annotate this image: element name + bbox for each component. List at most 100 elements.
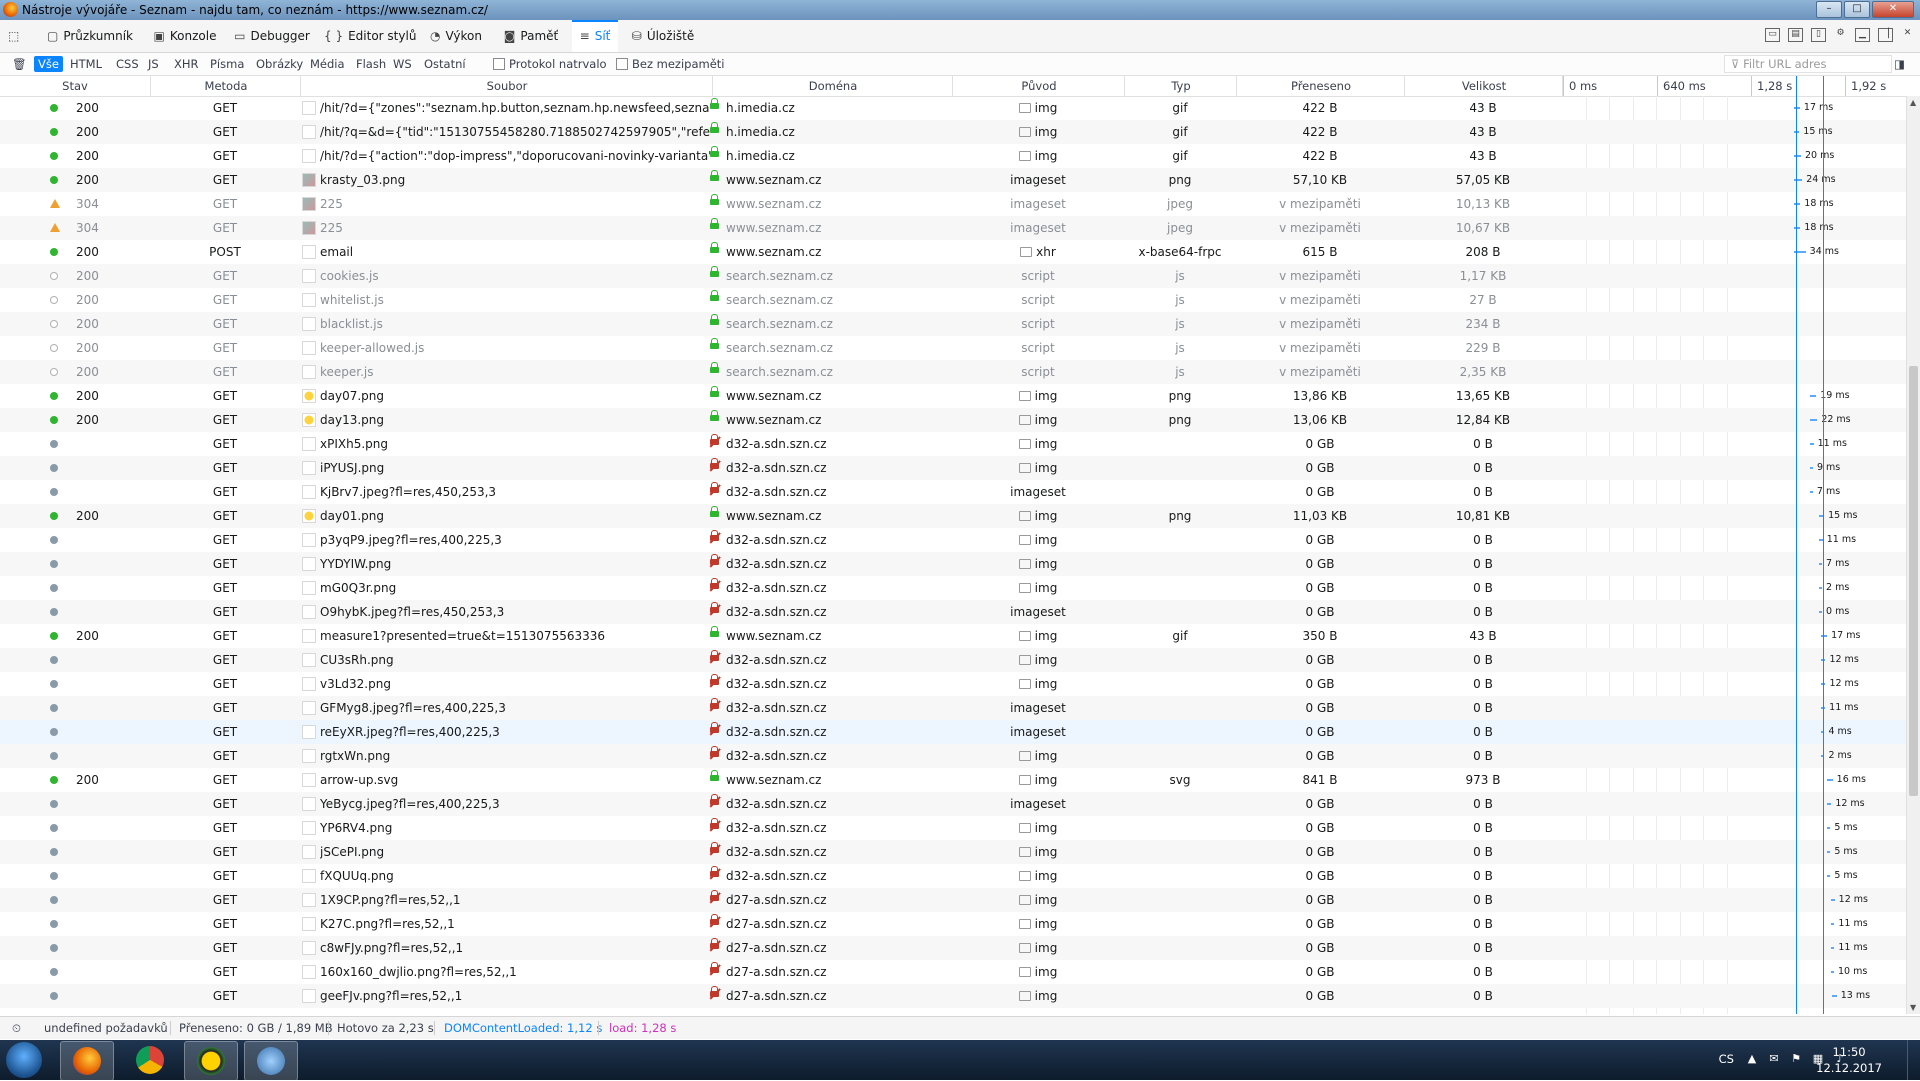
request-row[interactable]: 200 GET day07.png www.seznam.cz png 13,86 KB 1… xyxy=(0,384,1906,408)
language-indicator[interactable]: CS xyxy=(1719,1052,1734,1066)
cause-stack-icon[interactable] xyxy=(1018,151,1031,161)
column-status[interactable]: Stav xyxy=(0,76,150,96)
request-row[interactable]: 200 GET arrow-up.svg www.seznam.cz svg 841 B 9… xyxy=(0,768,1906,792)
disable-cache-checkbox[interactable]: Bez mezipaměti xyxy=(616,57,725,73)
request-row[interactable]: GET GFMyg8.jpeg?fl=res,400,225,3 d32-a.sdn… xyxy=(0,696,1906,720)
request-row[interactable]: GET v3Ld32.png d32-a.sdn.szn.cz 0 GB 0 B img 1… xyxy=(0,672,1906,696)
request-row[interactable]: GET c8wFJy.png?fl=res,52,,1 d27-a.sdn.szn.… xyxy=(0,936,1906,960)
url-filter-input[interactable]: ⊽ Filtr URL adres xyxy=(1724,55,1892,73)
request-row[interactable]: 200 POST email www.seznam.cz x-base64-frpc 61… xyxy=(0,240,1906,264)
cause-stack-icon[interactable] xyxy=(1018,583,1031,593)
tab-debugger[interactable]: ▭ Debugger xyxy=(230,20,314,52)
tab-storage[interactable]: ⛁ Úložiště xyxy=(628,20,698,52)
request-row[interactable]: 200 GET blacklist.js search.seznam.cz js v me… xyxy=(0,312,1906,336)
taskbar-firefox[interactable] xyxy=(60,1041,114,1081)
responsive-icon[interactable]: ▭ xyxy=(1765,28,1780,42)
request-row[interactable]: GET 1X9CP.png?fl=res,52,,1 d27-a.sdn.szn.c… xyxy=(0,888,1906,912)
column-domain[interactable]: Doména xyxy=(712,76,953,96)
tray-app-icon[interactable]: ✉ xyxy=(1768,1053,1780,1065)
request-row[interactable]: GET rgtxWn.png d32-a.sdn.szn.cz 0 GB 0 B img 2… xyxy=(0,744,1906,768)
maximize-button[interactable]: □ xyxy=(1844,1,1870,18)
request-row[interactable]: GET YYDYIW.png d32-a.sdn.szn.cz 0 GB 0 B img 7… xyxy=(0,552,1906,576)
filter-vše[interactable]: Vše xyxy=(34,56,63,72)
column-cause[interactable]: Původ xyxy=(952,76,1125,96)
clear-button[interactable]: 🗑 xyxy=(8,56,31,72)
column-type[interactable]: Typ xyxy=(1124,76,1237,96)
dock-bottom-icon[interactable]: ▁ xyxy=(1855,28,1870,42)
cause-stack-icon[interactable] xyxy=(1018,847,1031,857)
request-row[interactable]: 200 GET keeper-allowed.js search.seznam.cz j… xyxy=(0,336,1906,360)
taskbar-app-4[interactable] xyxy=(244,1041,298,1081)
cause-stack-icon[interactable] xyxy=(1018,871,1031,881)
column-file[interactable]: Soubor xyxy=(300,76,713,96)
column-transferred[interactable]: Přeneseno xyxy=(1236,76,1405,96)
filter-ostatní[interactable]: Ostatní xyxy=(420,56,470,72)
request-row[interactable]: GET p3yqP9.jpeg?fl=res,400,225,3 d32-a.sdn… xyxy=(0,528,1906,552)
filter-js[interactable]: JS xyxy=(144,56,163,72)
request-row[interactable]: GET KjBrv7.jpeg?fl=res,450,253,3 d32-a.sdn… xyxy=(0,480,1906,504)
filter-média[interactable]: Média xyxy=(306,56,349,72)
scroll-down-icon[interactable]: ▼ xyxy=(1910,1003,1916,1012)
request-row[interactable]: 200 GET whitelist.js search.seznam.cz js v me… xyxy=(0,288,1906,312)
tab-style-editor[interactable]: { } Editor stylů xyxy=(324,20,416,52)
request-list-scrollbar[interactable]: ▲ ▼ xyxy=(1906,96,1920,1014)
cause-stack-icon[interactable] xyxy=(1018,439,1031,449)
minimize-button[interactable]: – xyxy=(1816,1,1842,18)
tab-memory[interactable]: ◙ Paměť xyxy=(498,20,564,52)
settings-icon[interactable]: ⚙ xyxy=(1834,28,1847,40)
request-row[interactable]: GET mG0Q3r.png d32-a.sdn.szn.cz 0 GB 0 B img 2… xyxy=(0,576,1906,600)
action-center-icon[interactable]: ⚑ xyxy=(1790,1053,1802,1065)
start-button[interactable] xyxy=(6,1042,42,1078)
request-row[interactable]: 200 GET day01.png www.seznam.cz png 11,03 KB 1… xyxy=(0,504,1906,528)
close-devtools-icon[interactable]: ✕ xyxy=(1901,28,1914,40)
show-desktop-button[interactable] xyxy=(1907,1040,1920,1080)
cause-stack-icon[interactable] xyxy=(1018,463,1031,473)
cause-stack-icon[interactable] xyxy=(1018,895,1031,905)
taskbar-app-3[interactable] xyxy=(184,1041,238,1081)
close-button[interactable]: ✕ xyxy=(1872,1,1914,18)
request-row[interactable]: 200 GET cookies.js search.seznam.cz js v mezi… xyxy=(0,264,1906,288)
cause-stack-icon[interactable] xyxy=(1018,679,1031,689)
cause-stack-icon[interactable] xyxy=(1020,247,1033,257)
scratchpad-icon[interactable]: ▤ xyxy=(1788,28,1803,42)
clock[interactable]: 11:50 12.12.2017 xyxy=(1816,1044,1882,1076)
request-row[interactable]: 200 GET/hit/?q=&d={"tid":"15130755458280.… xyxy=(0,120,1906,144)
filter-flash[interactable]: Flash xyxy=(352,56,390,72)
cause-stack-icon[interactable] xyxy=(1018,103,1031,113)
taskbar-chrome[interactable] xyxy=(124,1041,176,1079)
persist-log-checkbox[interactable]: Protokol natrvalo xyxy=(493,57,607,73)
cause-stack-icon[interactable] xyxy=(1018,655,1031,665)
cause-stack-icon[interactable] xyxy=(1018,967,1031,977)
cause-stack-icon[interactable] xyxy=(1018,943,1031,953)
request-row[interactable]: 200 GET keeper.js search.seznam.cz js v mezip… xyxy=(0,360,1906,384)
request-row[interactable]: 304 GET 225 www.seznam.cz jpeg v mezipaměti 10… xyxy=(0,192,1906,216)
filter-ws[interactable]: WS xyxy=(389,56,416,72)
request-row[interactable]: 200 GET/hit/?d={"action":"dop-impress","d… xyxy=(0,144,1906,168)
request-row[interactable]: GET YeBycg.jpeg?fl=res,400,225,3 d32-a.sdn… xyxy=(0,792,1906,816)
filter-obrázky[interactable]: Obrázky xyxy=(252,56,307,72)
request-row[interactable]: 200 GET measure1?presented=true&t=15130755… xyxy=(0,624,1906,648)
tab-inspector[interactable]: ▢ Průzkumník xyxy=(44,20,136,52)
scroll-up-icon[interactable]: ▲ xyxy=(1910,98,1916,107)
cause-stack-icon[interactable] xyxy=(1018,775,1031,785)
request-row[interactable]: GET 160x160_dwjlio.png?fl=res,52,,1 d27-a.… xyxy=(0,960,1906,984)
tab-performance[interactable]: ◔ Výkon xyxy=(422,20,490,52)
request-row[interactable]: 200 GET krasty_03.png www.seznam.cz png 57,10… xyxy=(0,168,1906,192)
filter-html[interactable]: HTML xyxy=(66,56,106,72)
request-row[interactable]: 304 GET 225 www.seznam.cz jpeg v mezipaměti 10… xyxy=(0,216,1906,240)
request-row[interactable]: 200 GET day13.png www.seznam.cz png 13,06 KB 1… xyxy=(0,408,1906,432)
tray-expand-icon[interactable]: ▲ xyxy=(1746,1053,1758,1065)
request-row[interactable]: GET K27C.png?fl=res,52,,1 d27-a.sdn.szn.cz… xyxy=(0,912,1906,936)
filter-písma[interactable]: Písma xyxy=(206,56,248,72)
request-row[interactable]: GET reEyXR.jpeg?fl=res,400,225,3 d32-a.sdn… xyxy=(0,720,1906,744)
request-row[interactable]: 200 GET/hit/?d={"zones":"seznam.hp.button… xyxy=(0,96,1906,120)
cause-stack-icon[interactable] xyxy=(1018,631,1031,641)
tab-console[interactable]: ▣ Konzole xyxy=(146,20,224,52)
pick-element-button[interactable]: ⬚ xyxy=(8,20,24,52)
cause-stack-icon[interactable] xyxy=(1018,559,1031,569)
cause-stack-icon[interactable] xyxy=(1018,991,1031,1001)
performance-analysis-icon[interactable]: ⏲ xyxy=(12,1017,21,1039)
filter-xhr[interactable]: XHR xyxy=(170,56,203,72)
cause-stack-icon[interactable] xyxy=(1018,415,1031,425)
request-row[interactable]: GET jSCePI.png d32-a.sdn.szn.cz 0 GB 0 B img 5… xyxy=(0,840,1906,864)
